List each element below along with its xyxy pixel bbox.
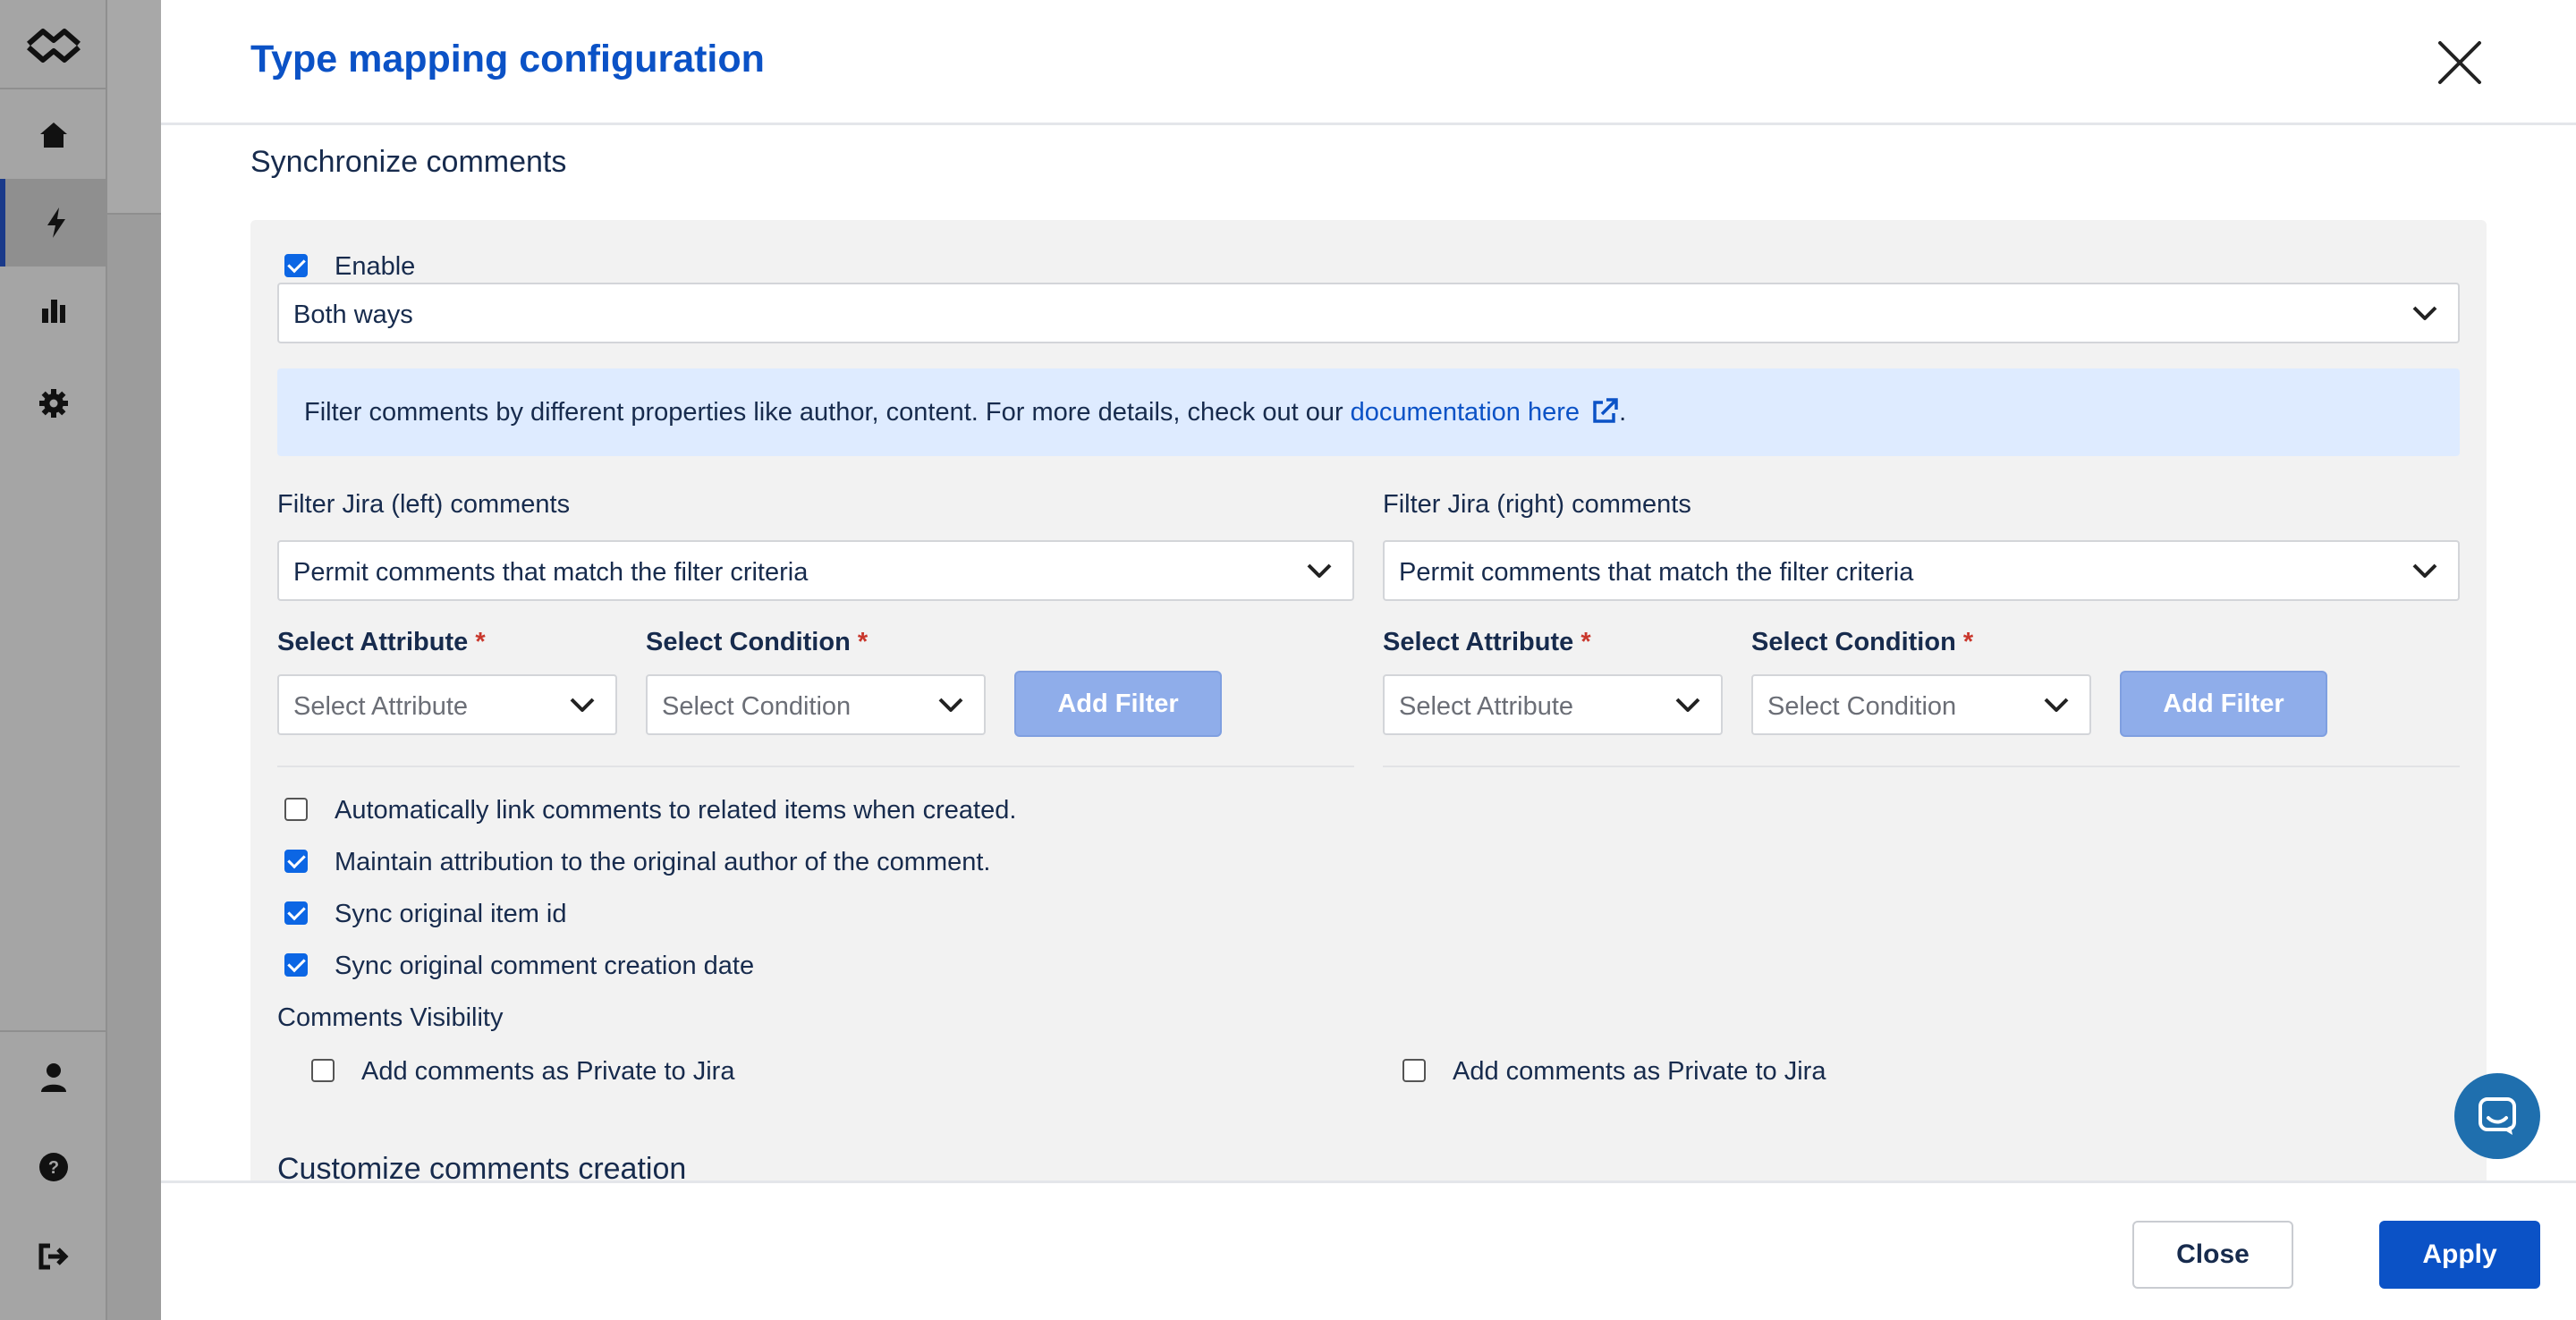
private-right-checkbox[interactable] (1402, 1059, 1426, 1082)
modal-header: Type mapping configuration (161, 0, 2576, 125)
sidebar-divider (0, 1030, 107, 1032)
sidebar-item-logout[interactable] (0, 1213, 107, 1300)
type-mapping-modal: Type mapping configuration Synchronize c… (161, 0, 2576, 1320)
apply-button[interactable]: Apply (2379, 1221, 2540, 1289)
section-title: Synchronize comments (250, 145, 567, 179)
left-filter-divider (277, 766, 1354, 767)
modal-title: Type mapping configuration (250, 38, 765, 80)
documentation-link[interactable]: documentation here (1351, 398, 1580, 427)
sidebar-item-integrations[interactable] (0, 179, 107, 267)
close-modal-icon[interactable] (2433, 36, 2487, 89)
sync-creation-date-label: Sync original comment creation date (335, 952, 755, 980)
left-condition-placeholder: Select Condition (662, 692, 852, 721)
right-filter-divider (1383, 766, 2460, 767)
chevron-down-icon (2412, 563, 2437, 578)
info-text: Filter comments by different properties … (304, 397, 1626, 427)
dimmed-background (107, 0, 161, 1320)
close-button[interactable]: Close (2132, 1221, 2293, 1289)
customize-comments-title: Customize comments creation (277, 1152, 687, 1180)
right-filter-mode-select[interactable]: Permit comments that match the filter cr… (1383, 540, 2460, 601)
enable-label: Enable (335, 252, 416, 281)
left-condition-label: Select Condition * (646, 628, 869, 656)
bar-chart-icon (42, 300, 65, 323)
right-add-filter-button[interactable]: Add Filter (2120, 671, 2327, 737)
auto-link-checkbox[interactable] (284, 798, 308, 821)
comments-visibility-title: Comments Visibility (277, 1003, 504, 1032)
gear-icon (39, 389, 68, 418)
private-right-label: Add comments as Private to Jira (1453, 1057, 1826, 1086)
chevron-down-icon (2412, 306, 2437, 320)
private-left-checkbox[interactable] (311, 1059, 335, 1082)
left-filter-mode-select[interactable]: Permit comments that match the filter cr… (277, 540, 1354, 601)
home-icon (40, 123, 67, 148)
bolt-icon (47, 207, 65, 238)
help-icon: ? (39, 1153, 68, 1181)
left-attribute-placeholder: Select Attribute (293, 692, 469, 721)
required-mark: * (1962, 628, 1974, 656)
right-condition-select[interactable]: Select Condition (1751, 674, 2091, 735)
external-link-icon[interactable] (1590, 397, 1619, 426)
sidebar-item-profile[interactable] (0, 1034, 107, 1121)
logout-icon (38, 1243, 69, 1270)
sync-creation-date-checkbox[interactable] (284, 953, 308, 977)
left-add-filter-button[interactable]: Add Filter (1014, 671, 1222, 737)
sidebar-item-reports[interactable] (0, 267, 107, 354)
filter-info-box: Filter comments by different properties … (277, 368, 2460, 456)
sync-comments-panel: Enable Both ways Filter comments by diff… (250, 220, 2487, 1180)
right-condition-label: Select Condition * (1751, 628, 1974, 656)
right-filter-mode-value: Permit comments that match the filter cr… (1399, 558, 1914, 587)
maintain-attribution-label: Maintain attribution to the original aut… (335, 848, 991, 876)
right-condition-placeholder: Select Condition (1767, 692, 1957, 721)
required-mark: * (857, 628, 869, 656)
chat-icon (2479, 1097, 2516, 1135)
sync-item-id-label: Sync original item id (335, 900, 567, 928)
dimmed-background-header (107, 0, 161, 215)
chevron-down-icon (570, 698, 595, 712)
info-suffix: . (1619, 398, 1627, 427)
app-logo[interactable] (0, 0, 107, 89)
left-attribute-label: Select Attribute * (277, 628, 486, 656)
required-mark: * (1580, 628, 1591, 656)
maintain-attribution-checkbox[interactable] (284, 850, 308, 873)
logo-icon (27, 29, 80, 63)
auto-link-label: Automatically link comments to related i… (335, 796, 1017, 825)
left-attribute-select[interactable]: Select Attribute (277, 674, 617, 735)
sync-direction-value: Both ways (293, 300, 413, 329)
svg-text:?: ? (48, 1158, 59, 1178)
right-attribute-placeholder: Select Attribute (1399, 692, 1574, 721)
left-filter-mode-value: Permit comments that match the filter cr… (293, 558, 809, 587)
sidebar-item-settings[interactable] (0, 360, 107, 447)
chevron-down-icon (1675, 698, 1700, 712)
left-filter-title: Filter Jira (left) comments (277, 490, 571, 519)
user-icon (41, 1063, 66, 1092)
sync-direction-select[interactable]: Both ways (277, 283, 2460, 343)
sidebar-item-help[interactable]: ? (0, 1123, 107, 1211)
sidebar-item-home[interactable] (0, 91, 107, 179)
required-mark: * (475, 628, 486, 656)
private-left-label: Add comments as Private to Jira (361, 1057, 735, 1086)
chevron-down-icon (938, 698, 963, 712)
enable-checkbox[interactable] (284, 254, 308, 277)
chevron-down-icon (1307, 563, 1332, 578)
modal-body: Synchronize comments Enable Both ways Fi… (161, 127, 2576, 1180)
right-attribute-label: Select Attribute * (1383, 628, 1591, 656)
chevron-down-icon (2044, 698, 2069, 712)
info-message: Filter comments by different properties … (304, 398, 1351, 427)
right-filter-title: Filter Jira (right) comments (1383, 490, 1691, 519)
right-attribute-select[interactable]: Select Attribute (1383, 674, 1723, 735)
sync-item-id-checkbox[interactable] (284, 901, 308, 925)
modal-footer: Close Apply (161, 1180, 2576, 1320)
left-condition-select[interactable]: Select Condition (646, 674, 986, 735)
app-sidebar: ? (0, 0, 107, 1320)
chat-launcher-button[interactable] (2454, 1073, 2540, 1159)
